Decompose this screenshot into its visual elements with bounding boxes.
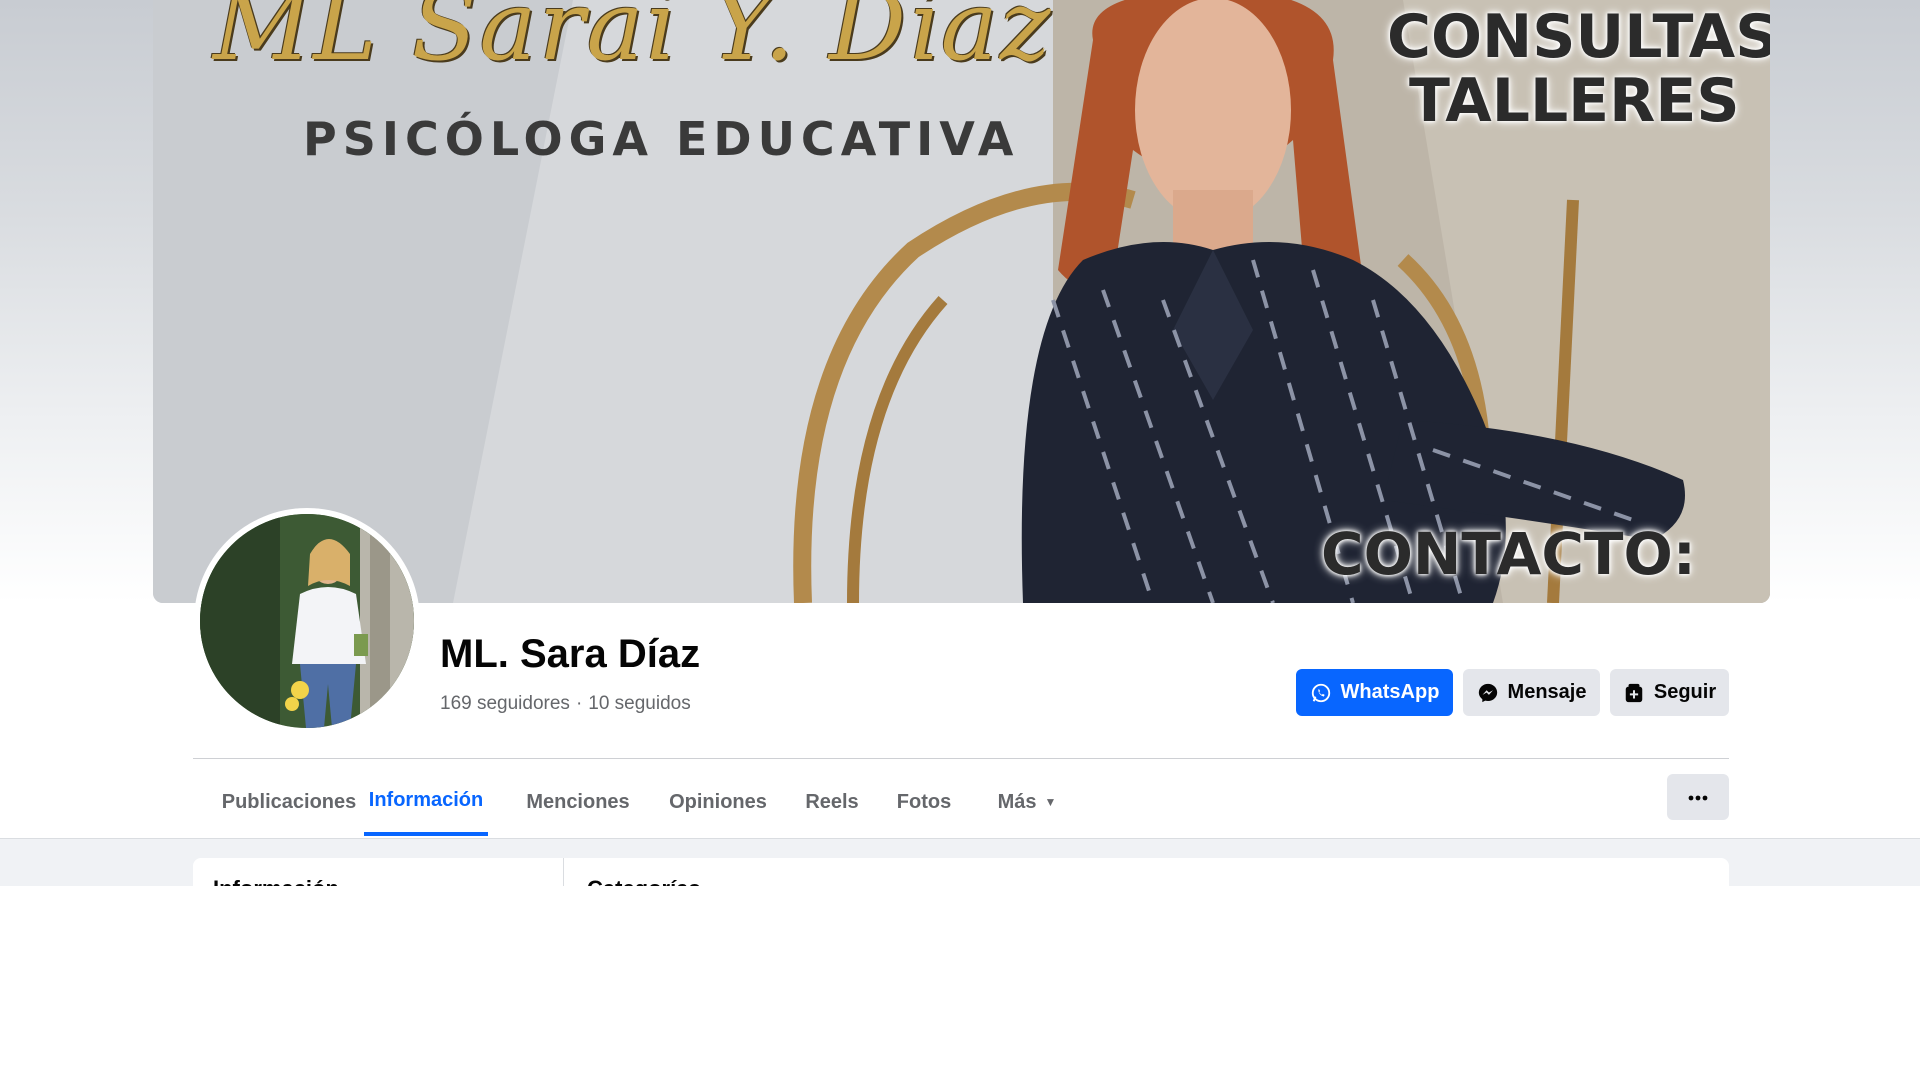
follow-icon	[1623, 682, 1645, 704]
tab-publicaciones[interactable]: Publicaciones	[193, 768, 385, 836]
cover-signature: ML Sarai Y. Díaz	[213, 0, 1053, 82]
messenger-icon	[1477, 682, 1499, 704]
tab-label: Más	[997, 790, 1037, 813]
tab-label: Información	[368, 788, 484, 811]
cover-photo[interactable]: ML Sarai Y. Díaz PSICÓLOGA EDUCATIVA CON…	[153, 0, 1770, 603]
whatsapp-button[interactable]: WhatsApp	[1296, 669, 1453, 716]
cover-tag-contacto: CONTACTO:	[1321, 520, 1696, 588]
follow-button[interactable]: Seguir	[1610, 669, 1729, 716]
more-options-button[interactable]	[1667, 774, 1729, 820]
tab-mas[interactable]: Más ▼	[974, 768, 1080, 836]
tab-opiniones[interactable]: Opiniones	[656, 768, 780, 836]
card-column-separator	[563, 858, 564, 886]
follow-label: Seguir	[1653, 681, 1717, 703]
more-dots-icon	[1688, 788, 1708, 806]
tab-menciones[interactable]: Menciones	[510, 768, 646, 836]
cover-tag-talleres: TALLERES	[1409, 66, 1740, 136]
tab-label: Publicaciones	[221, 790, 357, 813]
tab-fotos[interactable]: Fotos	[884, 768, 964, 836]
caret-down-icon: ▼	[1044, 795, 1057, 809]
profile-divider	[193, 758, 1729, 759]
cover-tag-consultas: CONSULTAS	[1387, 2, 1770, 72]
stats-separator: ·	[575, 693, 583, 714]
categories-heading: Categorías	[587, 876, 701, 886]
info-card: Información Categorías	[193, 858, 1729, 886]
whatsapp-icon	[1310, 682, 1332, 704]
tab-label: Fotos	[896, 790, 952, 813]
content-top-border	[0, 838, 1920, 839]
following-count[interactable]: 10 seguidos	[588, 693, 690, 714]
avatar[interactable]	[194, 508, 420, 734]
cover-subtitle: PSICÓLOGA EDUCATIVA	[303, 112, 1020, 166]
tab-informacion[interactable]: Información	[364, 768, 488, 836]
page-title: ML. Sara Díaz	[440, 632, 701, 676]
whatsapp-label: WhatsApp	[1340, 681, 1440, 703]
avatar-photo	[200, 514, 414, 728]
message-button[interactable]: Mensaje	[1463, 669, 1600, 716]
tab-reels[interactable]: Reels	[790, 768, 874, 836]
follower-stats: 169 seguidores · 10 seguidos	[440, 693, 691, 715]
tab-label: Menciones	[526, 790, 630, 813]
tab-label: Reels	[805, 790, 859, 813]
tab-label: Opiniones	[669, 790, 767, 813]
followers-count[interactable]: 169 seguidores	[440, 693, 570, 714]
page-bottom-blank	[0, 886, 1920, 1080]
message-label: Mensaje	[1507, 681, 1587, 703]
info-heading: Información	[213, 876, 339, 886]
